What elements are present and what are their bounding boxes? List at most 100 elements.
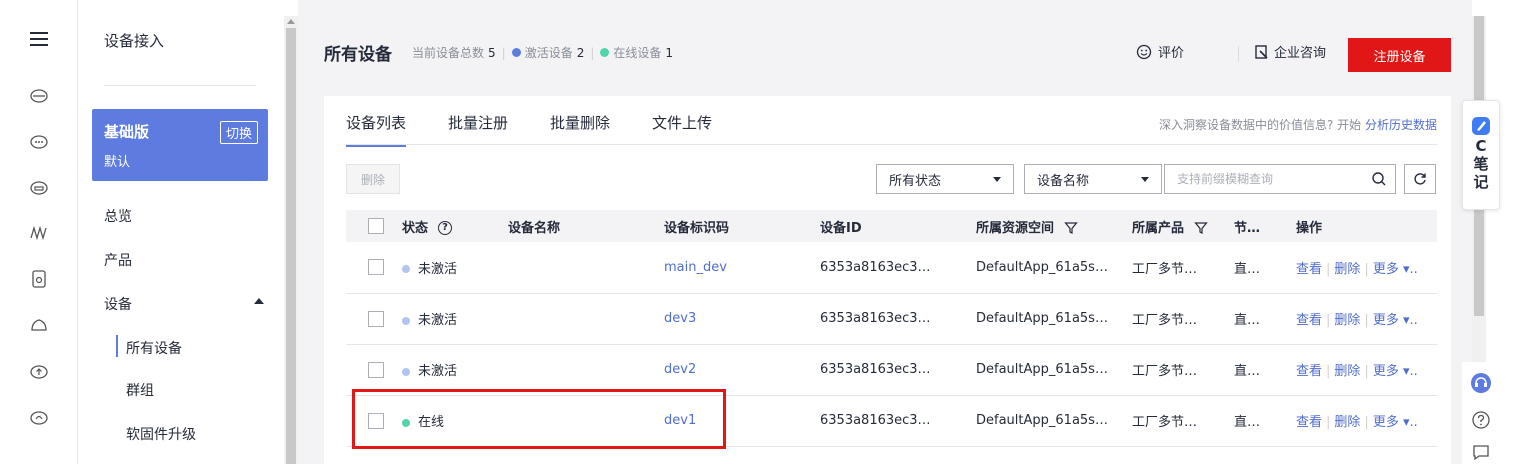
resource-space: DefaultApp_61a5s… bbox=[976, 344, 1132, 396]
insight-text: 深入洞察设备数据中的价值信息? 开始 分析历史数据 bbox=[1159, 116, 1437, 133]
menu-item-firmware-upgrade[interactable]: 软固件升级 bbox=[126, 424, 196, 444]
status-select[interactable]: 所有状态 bbox=[876, 164, 1014, 194]
column-header: 状态 bbox=[402, 220, 429, 236]
view-link[interactable]: 查看 bbox=[1296, 262, 1322, 277]
more-dropdown[interactable]: 更多 ▾.. bbox=[1373, 364, 1418, 379]
menu-scrollbar-thumb[interactable] bbox=[286, 28, 296, 464]
feedback-icon[interactable] bbox=[1471, 442, 1491, 462]
hamburger-menu-icon[interactable] bbox=[26, 26, 52, 52]
tab-device-list[interactable]: 设备列表 bbox=[346, 112, 407, 147]
cloud-more-icon[interactable] bbox=[26, 128, 52, 154]
more-dropdown[interactable]: 更多 ▾.. bbox=[1373, 262, 1418, 277]
status-select-value: 所有状态 bbox=[889, 173, 942, 189]
view-link[interactable]: 查看 bbox=[1296, 364, 1322, 379]
activated-dot-icon bbox=[511, 48, 521, 57]
tab-batch-delete[interactable]: 批量删除 bbox=[550, 112, 610, 147]
product-name: 工厂多节… bbox=[1132, 293, 1234, 345]
menu-item-product[interactable]: 产品 bbox=[104, 250, 132, 270]
field-select[interactable]: 设备名称 bbox=[1024, 164, 1162, 194]
evaluate-link[interactable]: 评价 bbox=[1136, 42, 1184, 61]
status-dot-icon bbox=[402, 316, 410, 325]
menu-title: 设备接入 bbox=[104, 32, 165, 50]
delete-button[interactable]: 删除 bbox=[346, 164, 400, 194]
consult-link[interactable]: 企业咨询 bbox=[1254, 42, 1326, 61]
device-name bbox=[508, 344, 664, 396]
ops-divider: | bbox=[1326, 313, 1331, 328]
smiley-icon bbox=[1136, 44, 1152, 59]
activated-value: 2 bbox=[576, 45, 585, 60]
help-circle-icon[interactable] bbox=[1471, 410, 1491, 430]
filter-icon[interactable] bbox=[1194, 221, 1208, 235]
chevron-down-icon bbox=[993, 177, 1001, 182]
delete-link[interactable]: 删除 bbox=[1334, 262, 1360, 277]
search-icon[interactable] bbox=[1371, 171, 1387, 187]
view-link[interactable]: 查看 bbox=[1296, 313, 1322, 328]
device-id: 6353a8163ec3… bbox=[820, 293, 976, 345]
cloud-hook-icon[interactable] bbox=[26, 312, 52, 338]
plan-switch-button[interactable]: 切换 bbox=[219, 121, 258, 144]
page-header: 所有设备 当前设备总数 5 | 激活设备 2 | 在线设备 1 评价 企业咨询 bbox=[298, 16, 1472, 76]
status-dot-icon bbox=[402, 367, 410, 376]
menu-item-device[interactable]: 设备 bbox=[104, 294, 132, 314]
help-icon[interactable]: ? bbox=[438, 221, 453, 235]
filter-icon[interactable] bbox=[1064, 221, 1078, 235]
wave-chart-icon[interactable] bbox=[26, 220, 52, 246]
insight-label: 深入洞察设备数据中的价值信息? 开始 bbox=[1158, 118, 1362, 132]
page-title: 所有设备 bbox=[324, 45, 392, 65]
row-actions: 查看 | 删除 | 更多 ▾.. bbox=[1296, 395, 1437, 447]
row-checkbox[interactable] bbox=[368, 310, 384, 327]
menu-scrollbar[interactable] bbox=[284, 16, 298, 464]
table-row: 未激活 main_dev 6353a8163ec3… DefaultApp_61… bbox=[346, 242, 1437, 294]
device-code-link[interactable]: dev1 bbox=[664, 413, 696, 428]
status-text: 在线 bbox=[418, 415, 445, 430]
tab-file-upload[interactable]: 文件上传 bbox=[652, 112, 712, 147]
headset-icon[interactable] bbox=[1470, 372, 1492, 394]
history-analysis-link[interactable]: 分析历史数据 bbox=[1365, 118, 1437, 132]
tab-batch-register[interactable]: 批量注册 bbox=[448, 112, 508, 147]
row-checkbox[interactable] bbox=[368, 412, 384, 429]
cloud-upload-icon[interactable] bbox=[26, 358, 52, 384]
select-all-checkbox[interactable] bbox=[368, 218, 384, 234]
delete-link[interactable]: 删除 bbox=[1334, 415, 1360, 430]
row-checkbox[interactable] bbox=[368, 361, 384, 378]
ops-divider: | bbox=[1326, 261, 1331, 277]
device-id: 6353a8163ec3… bbox=[820, 395, 976, 447]
device-table: 状态? 设备名称 设备标识码 设备ID 所属资源空间 所属产品 节… 操作 未激… bbox=[346, 210, 1437, 447]
register-device-button[interactable]: 注册设备 bbox=[1348, 38, 1451, 72]
menu-item-all-devices[interactable]: 所有设备 bbox=[126, 338, 182, 358]
device-code-link[interactable]: main_dev bbox=[664, 260, 727, 275]
node-type: 直… bbox=[1234, 395, 1296, 447]
cloud-storage-icon[interactable] bbox=[26, 174, 52, 200]
cloud-link-icon[interactable] bbox=[26, 404, 52, 430]
active-indicator bbox=[116, 335, 118, 357]
cloud-service-icon[interactable] bbox=[26, 82, 52, 108]
more-dropdown[interactable]: 更多 ▾.. bbox=[1373, 313, 1418, 328]
ops-divider: | bbox=[1326, 364, 1331, 379]
main-content: 所有设备 当前设备总数 5 | 激活设备 2 | 在线设备 1 评价 企业咨询 … bbox=[298, 0, 1472, 464]
scroll-up-arrow-icon[interactable] bbox=[287, 19, 295, 24]
device-id: 6353a8163ec3… bbox=[820, 344, 976, 396]
row-checkbox[interactable] bbox=[368, 259, 384, 276]
device-icon[interactable] bbox=[26, 266, 52, 292]
table-row: 未激活 dev2 6353a8163ec3… DefaultApp_61a5s…… bbox=[346, 344, 1437, 396]
menu-item-overview[interactable]: 总览 bbox=[104, 206, 132, 226]
evaluate-label: 评价 bbox=[1158, 46, 1185, 61]
device-name bbox=[508, 242, 664, 294]
delete-link[interactable]: 删除 bbox=[1334, 364, 1360, 379]
menu-item-groups[interactable]: 群组 bbox=[126, 380, 154, 400]
note-widget[interactable]: C笔记 bbox=[1462, 100, 1500, 210]
search-input[interactable] bbox=[1175, 171, 1355, 187]
chevron-down-icon bbox=[1141, 177, 1149, 182]
node-type: 直… bbox=[1234, 242, 1296, 294]
online-dot-icon bbox=[600, 48, 610, 57]
consult-label: 企业咨询 bbox=[1274, 46, 1327, 61]
refresh-button[interactable] bbox=[1404, 164, 1436, 194]
device-code-link[interactable]: dev2 bbox=[664, 362, 696, 377]
device-code-link[interactable]: dev3 bbox=[664, 311, 696, 326]
delete-link[interactable]: 删除 bbox=[1334, 313, 1360, 328]
more-dropdown[interactable]: 更多 ▾.. bbox=[1373, 415, 1418, 430]
view-link[interactable]: 查看 bbox=[1296, 415, 1322, 430]
collapse-caret-icon[interactable] bbox=[254, 298, 264, 304]
plan-name: 基础版 bbox=[104, 123, 150, 141]
device-name bbox=[508, 395, 664, 447]
